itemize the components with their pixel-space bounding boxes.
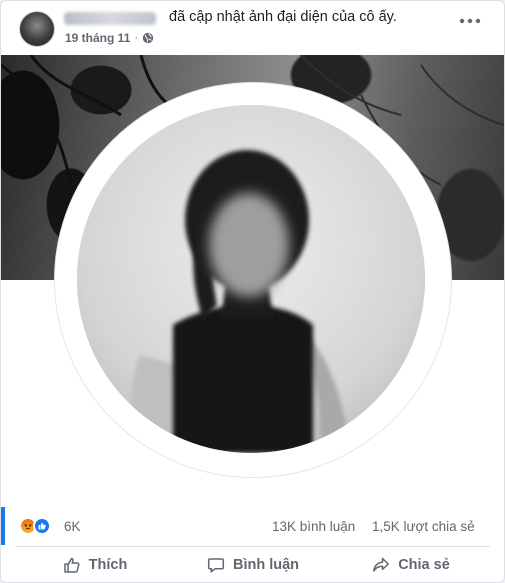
- globe-icon[interactable]: [142, 32, 154, 44]
- share-label: Chia sẻ: [398, 557, 450, 573]
- post-stats: 6K 13K bình luận 1,5K lượt chia sẻ: [1, 507, 504, 545]
- comment-button[interactable]: Bình luận: [173, 548, 333, 582]
- like-label: Thích: [88, 557, 128, 573]
- author-avatar[interactable]: [19, 11, 55, 47]
- meta-separator: ·: [134, 32, 139, 44]
- more-horizontal-icon[interactable]: [458, 13, 482, 29]
- post-card: đã cập nhật ảnh đại diện của cô ấy. 19 t…: [0, 0, 505, 583]
- post-timestamp[interactable]: 19 tháng 11: [65, 31, 130, 45]
- actions-divider: [15, 546, 490, 547]
- comment-count[interactable]: 13K bình luận: [272, 519, 355, 534]
- post-actions: Thích Bình luận Chia sẻ: [1, 548, 504, 582]
- author-name-blurred[interactable]: [64, 12, 156, 25]
- share-icon: [373, 557, 390, 572]
- share-count[interactable]: 1,5K lượt chia sẻ: [372, 519, 475, 534]
- comment-label: Bình luận: [232, 557, 300, 573]
- thumbs-up-icon: [63, 557, 80, 573]
- reaction-icons[interactable]: [19, 517, 59, 535]
- like-reaction-icon: [33, 517, 51, 535]
- post-header: đã cập nhật ảnh đại diện của cô ấy. 19 t…: [1, 1, 504, 55]
- like-button[interactable]: Thích: [15, 548, 175, 582]
- profile-update-photo[interactable]: [1, 55, 504, 507]
- profile-photo[interactable]: [77, 105, 425, 453]
- post-action-text: đã cập nhật ảnh đại diện của cô ấy.: [169, 9, 397, 25]
- reaction-count[interactable]: 6K: [64, 519, 81, 534]
- accent-edge: [1, 507, 5, 545]
- share-button[interactable]: Chia sẻ: [331, 548, 491, 582]
- comment-icon: [207, 558, 225, 573]
- post-meta: 19 tháng 11 ·: [65, 31, 154, 45]
